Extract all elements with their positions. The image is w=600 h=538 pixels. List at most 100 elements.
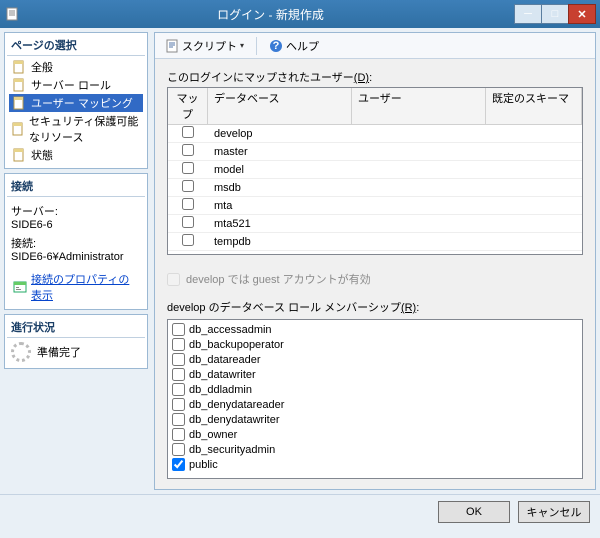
mapped-users-label: このログインにマップされたユーザー(D): xyxy=(167,69,583,85)
titlebar: ログイン - 新規作成 ─ □ ✕ xyxy=(0,0,600,28)
role-checkbox[interactable] xyxy=(172,353,185,366)
role-name: db_denydatareader xyxy=(189,399,284,411)
page-icon xyxy=(11,121,25,137)
nav-item[interactable]: サーバー ロール xyxy=(9,76,143,94)
table-row[interactable]: mta xyxy=(168,197,582,215)
role-item[interactable]: db_denydatawriter xyxy=(172,412,578,427)
table-row[interactable]: master xyxy=(168,143,582,161)
progress-header: 進行状況 xyxy=(7,317,145,338)
app-icon xyxy=(4,6,20,22)
role-checkbox[interactable] xyxy=(172,398,185,411)
role-name: db_datareader xyxy=(189,354,261,366)
connection-label: 接続: xyxy=(11,235,141,251)
progress-status: 準備完了 xyxy=(37,344,81,360)
map-checkbox[interactable] xyxy=(182,216,194,228)
map-checkbox[interactable] xyxy=(182,180,194,192)
db-cell: develop xyxy=(208,128,352,140)
pages-header: ページの選択 xyxy=(7,35,145,56)
role-item[interactable]: db_datawriter xyxy=(172,367,578,382)
users-grid[interactable]: マップ データベース ユーザー 既定のスキーマ develop master mod… xyxy=(167,87,583,255)
help-button[interactable]: ? ヘルプ xyxy=(265,36,323,56)
page-icon xyxy=(11,95,27,111)
connection-value: SIDE6-6¥Administrator xyxy=(11,251,141,263)
script-button[interactable]: スクリプト ▾ xyxy=(161,36,248,56)
guest-checkbox xyxy=(167,273,180,286)
view-connection-link[interactable]: 接続のプロパティの表示 xyxy=(31,271,139,303)
toolbar-separator xyxy=(256,37,257,55)
db-cell: master xyxy=(208,146,352,158)
role-item[interactable]: public xyxy=(172,457,578,472)
col-user[interactable]: ユーザー xyxy=(352,88,486,124)
role-checkbox[interactable] xyxy=(172,443,185,456)
col-map[interactable]: マップ xyxy=(168,88,208,124)
role-checkbox[interactable] xyxy=(172,338,185,351)
role-checkbox[interactable] xyxy=(172,458,185,471)
nav-label: ユーザー マッピング xyxy=(31,95,133,111)
role-name: db_denydatawriter xyxy=(189,414,280,426)
server-label: サーバー: xyxy=(11,203,141,219)
cancel-button[interactable]: キャンセル xyxy=(518,501,590,523)
role-checkbox[interactable] xyxy=(172,323,185,336)
dialog-footer: OK キャンセル xyxy=(0,494,600,528)
role-checkbox[interactable] xyxy=(172,383,185,396)
role-checkbox[interactable] xyxy=(172,368,185,381)
role-item[interactable]: db_backupoperator xyxy=(172,337,578,352)
role-item[interactable]: db_denydatareader xyxy=(172,397,578,412)
map-checkbox[interactable] xyxy=(182,162,194,174)
progress-panel: 進行状況 準備完了 xyxy=(4,314,148,369)
close-button[interactable]: ✕ xyxy=(568,4,596,24)
nav-label: セキュリティ保護可能なリソース xyxy=(29,113,141,145)
role-name: db_owner xyxy=(189,429,237,441)
nav-label: サーバー ロール xyxy=(31,77,111,93)
page-icon xyxy=(11,147,27,163)
role-name: public xyxy=(189,459,218,471)
role-item[interactable]: db_owner xyxy=(172,427,578,442)
role-name: db_ddladmin xyxy=(189,384,252,396)
page-icon xyxy=(11,77,27,93)
table-row[interactable]: msdb xyxy=(168,179,582,197)
map-checkbox[interactable] xyxy=(182,198,194,210)
minimize-button[interactable]: ─ xyxy=(514,4,542,24)
connection-header: 接続 xyxy=(7,176,145,197)
page-icon xyxy=(11,59,27,75)
nav-item[interactable]: 全般 xyxy=(9,58,143,76)
nav-item[interactable]: ユーザー マッピング xyxy=(9,94,143,112)
map-checkbox[interactable] xyxy=(182,234,194,246)
help-icon: ? xyxy=(269,39,283,53)
maximize-button[interactable]: □ xyxy=(541,4,569,24)
role-name: db_backupoperator xyxy=(189,339,284,351)
table-row[interactable]: model xyxy=(168,161,582,179)
role-checkbox[interactable] xyxy=(172,428,185,441)
role-item[interactable]: db_ddladmin xyxy=(172,382,578,397)
server-value: SIDE6-6 xyxy=(11,219,141,231)
role-name: db_accessadmin xyxy=(189,324,272,336)
role-name: db_datawriter xyxy=(189,369,256,381)
window-title: ログイン - 新規作成 xyxy=(26,6,515,23)
chevron-down-icon: ▾ xyxy=(240,41,244,50)
table-row[interactable]: tempdb xyxy=(168,233,582,251)
map-checkbox[interactable] xyxy=(182,126,194,138)
role-item[interactable]: db_accessadmin xyxy=(172,322,578,337)
ok-button[interactable]: OK xyxy=(438,501,510,523)
connection-panel: 接続 サーバー: SIDE6-6 接続: SIDE6-6¥Administrat… xyxy=(4,173,148,310)
role-name: db_securityadmin xyxy=(189,444,275,456)
script-icon xyxy=(165,39,179,53)
table-row[interactable]: mta521 xyxy=(168,215,582,233)
role-checkbox[interactable] xyxy=(172,413,185,426)
db-cell: msdb xyxy=(208,182,352,194)
guest-account-row: develop では guest アカウントが有効 xyxy=(167,271,583,287)
role-item[interactable]: db_securityadmin xyxy=(172,442,578,457)
toolbar: スクリプト ▾ ? ヘルプ xyxy=(155,33,595,59)
roles-list[interactable]: db_accessadmin db_backupoperator db_datare… xyxy=(167,319,583,479)
map-checkbox[interactable] xyxy=(182,144,194,156)
db-cell: model xyxy=(208,164,352,176)
table-row[interactable]: develop xyxy=(168,125,582,143)
nav-item[interactable]: 状態 xyxy=(9,146,143,164)
nav-item[interactable]: セキュリティ保護可能なリソース xyxy=(9,112,143,146)
guest-label: develop では guest アカウントが有効 xyxy=(186,271,371,287)
role-item[interactable]: db_datareader xyxy=(172,352,578,367)
col-database[interactable]: データベース xyxy=(208,88,352,124)
grid-header: マップ データベース ユーザー 既定のスキーマ xyxy=(168,88,582,125)
col-schema[interactable]: 既定のスキーマ xyxy=(486,88,582,124)
progress-spinner-icon xyxy=(11,342,31,362)
